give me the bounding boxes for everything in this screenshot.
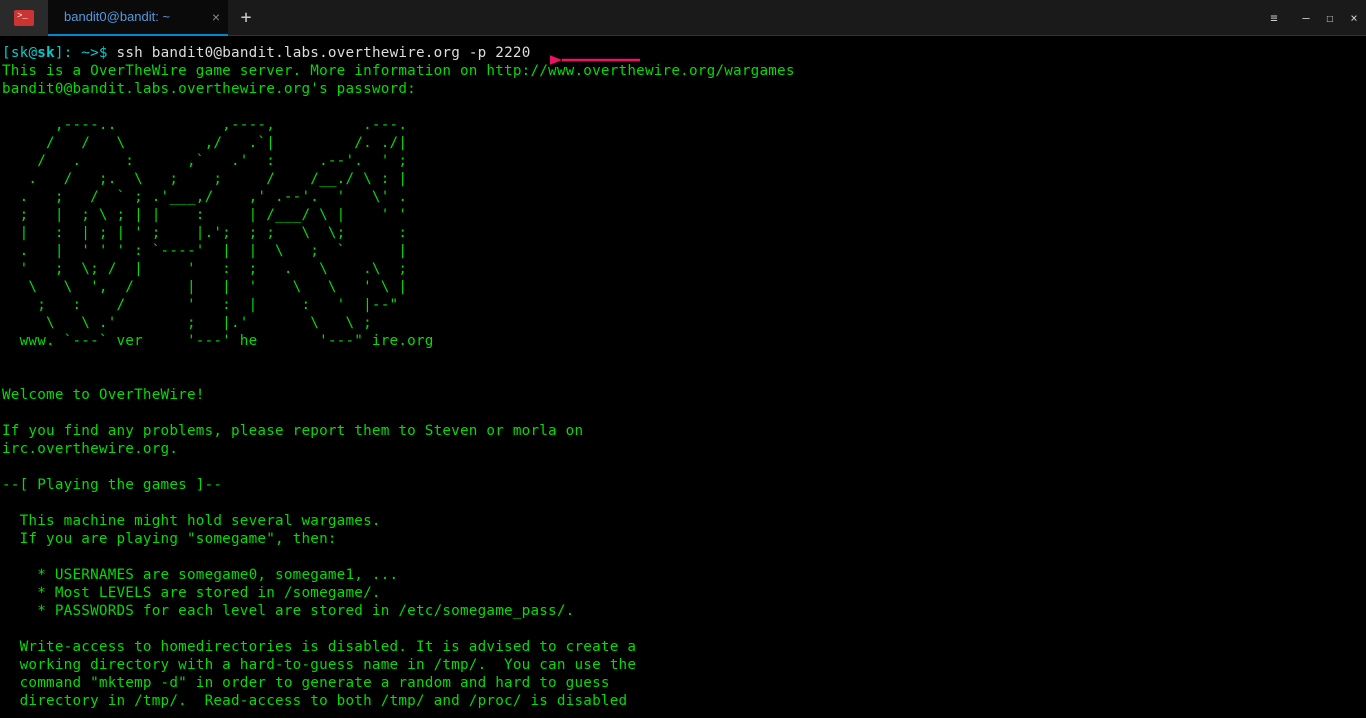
command-text: ssh bandit0@bandit.labs.overthewire.org … — [117, 45, 531, 61]
game-info-1: This machine might hold several wargames… — [2, 513, 381, 529]
section-header-1: --[ Playing the games ]-- — [2, 477, 222, 493]
tab-title: bandit0@bandit: ~ — [64, 9, 170, 24]
window-controls: ≡ — ☐ × — [1262, 0, 1366, 36]
password-prompt-line: bandit0@bandit.labs.overthewire.org's pa… — [2, 81, 416, 97]
report-line-2: irc.overthewire.org. — [2, 441, 178, 457]
game-info-3: * USERNAMES are somegame0, somegame1, ..… — [2, 567, 398, 583]
titlebar: bandit0@bandit: ~ × + ≡ — ☐ × — [0, 0, 1366, 36]
terminal-icon — [14, 10, 34, 26]
new-tab-button[interactable]: + — [228, 0, 264, 36]
prompt-host: sk — [37, 45, 55, 61]
write-info-1: Write-access to homedirectories is disab… — [2, 639, 636, 655]
prompt-bracket-close: ] — [55, 45, 64, 61]
minimize-button[interactable]: — — [1294, 0, 1318, 36]
tab-active[interactable]: bandit0@bandit: ~ × — [48, 0, 228, 36]
game-info-5: * PASSWORDS for each level are stored in… — [2, 603, 574, 619]
welcome-line: Welcome to OverTheWire! — [2, 387, 205, 403]
write-info-3: command "mktemp -d" in order to generate… — [2, 675, 610, 691]
write-info-2: working directory with a hard-to-guess n… — [2, 657, 636, 673]
report-line-1: If you find any problems, please report … — [2, 423, 583, 439]
prompt-user: sk — [11, 45, 29, 61]
prompt-bracket: [ — [2, 45, 11, 61]
menu-button[interactable]: ≡ — [1262, 0, 1286, 36]
ascii-art: ,----.. ,----, .---. / / \ ,/ .`| /. ./|… — [2, 117, 434, 349]
close-button[interactable]: × — [1342, 0, 1366, 36]
prompt-path: : ~>$ — [64, 45, 117, 61]
write-info-4: directory in /tmp/. Read-access to both … — [2, 693, 627, 709]
game-info-2: If you are playing "somegame", then: — [2, 531, 337, 547]
tab-close-button[interactable]: × — [212, 9, 220, 25]
game-info-4: * Most LEVELS are stored in /somegame/. — [2, 585, 381, 601]
maximize-button[interactable]: ☐ — [1318, 0, 1342, 36]
prompt-at: @ — [28, 45, 37, 61]
app-icon[interactable] — [0, 0, 48, 36]
banner-line: This is a OverTheWire game server. More … — [2, 63, 795, 79]
terminal-output[interactable]: [sk@sk]: ~>$ ssh bandit0@bandit.labs.ove… — [0, 36, 1366, 718]
